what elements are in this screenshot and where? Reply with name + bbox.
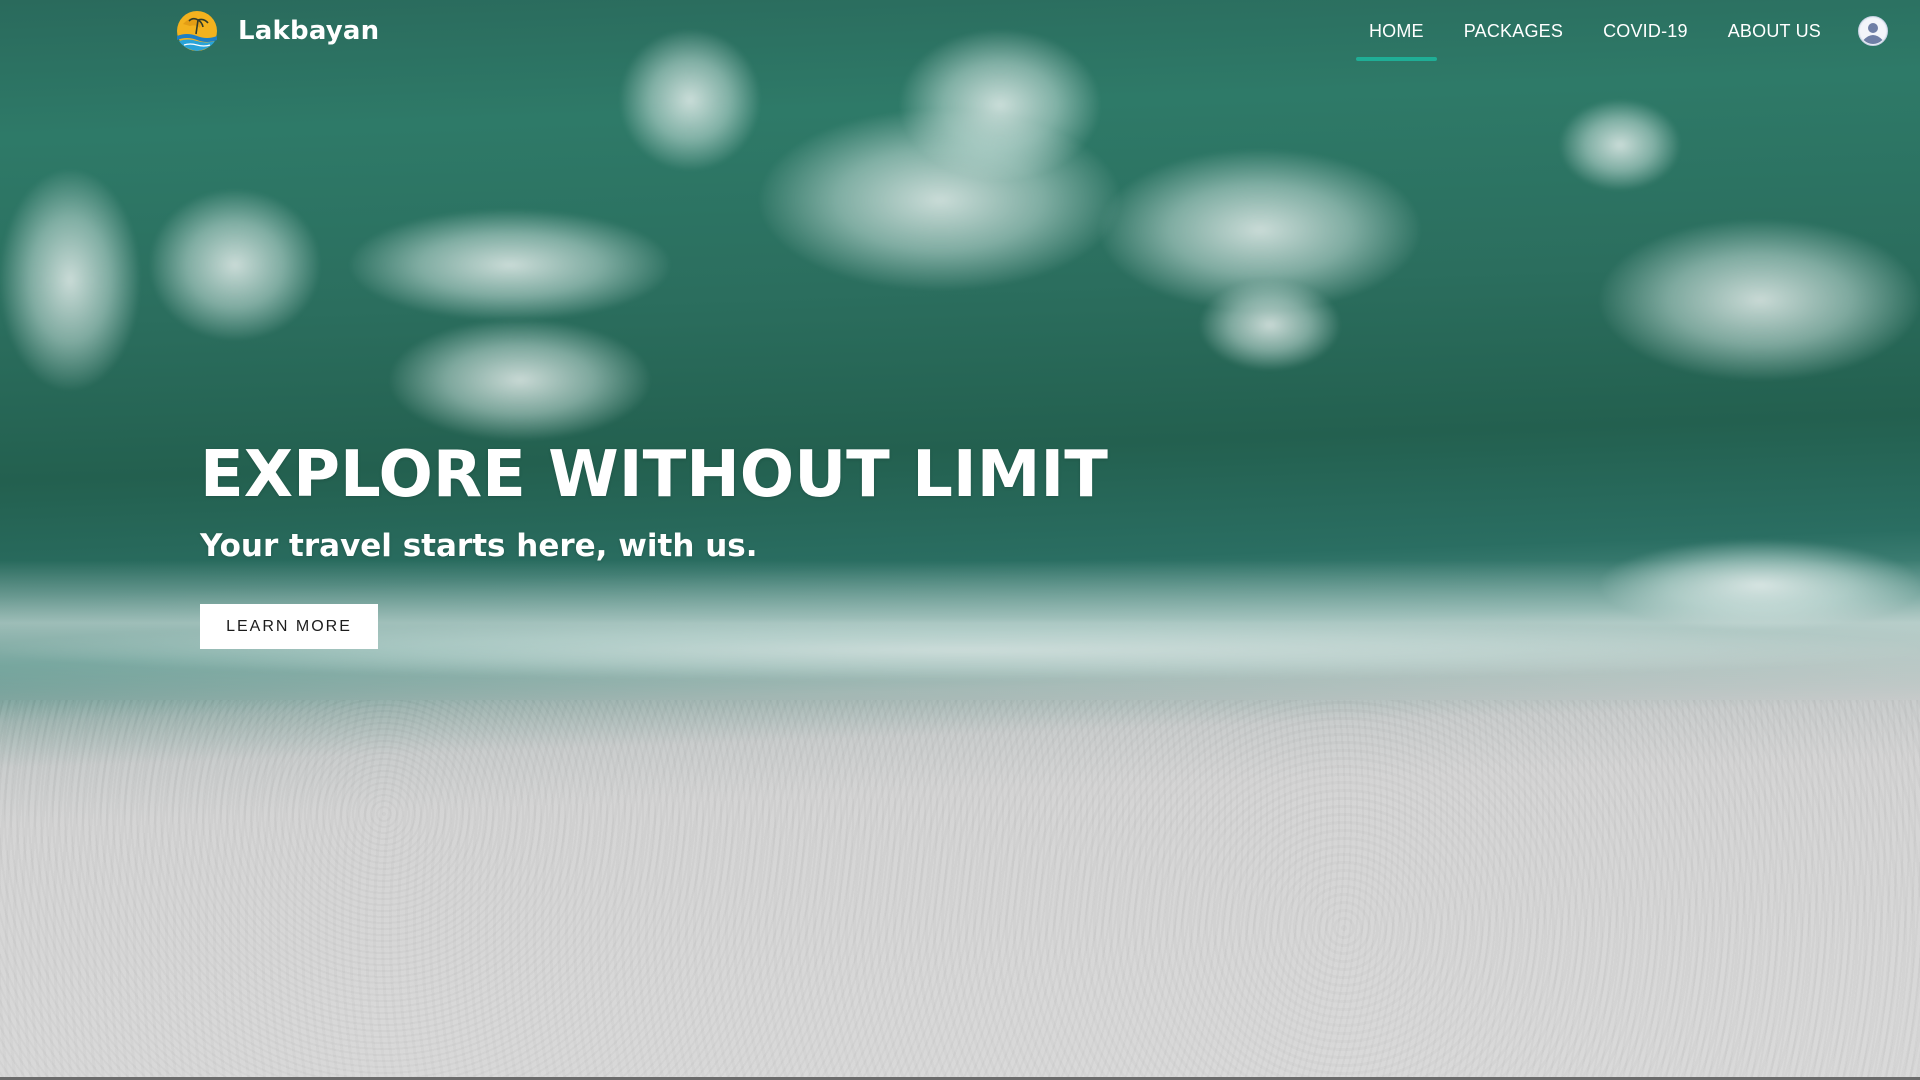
wave-foam (390, 320, 650, 440)
nav-packages-link[interactable]: PACKAGES (1451, 1, 1576, 61)
wave-foam (1560, 100, 1680, 190)
sand (0, 700, 1920, 1080)
hero-subtitle: Your travel starts here, with us. (200, 528, 758, 564)
sun-over-sea-logo-icon (177, 11, 217, 51)
wave-foam (350, 210, 670, 320)
nav-home-link[interactable]: HOME (1355, 1, 1437, 61)
wave-foam (0, 170, 140, 390)
nav-about-us-link[interactable]: ABOUT US (1715, 1, 1834, 61)
learn-more-button[interactable]: LEARN MORE (200, 604, 378, 649)
brand-name: Lakbayan (238, 16, 380, 46)
hero-section: Lakbayan HOME PACKAGES COVID-19 ABOUT US… (0, 0, 1920, 1080)
wave-foam (1200, 280, 1340, 370)
user-silhouette-icon (1860, 18, 1886, 44)
brand-link[interactable]: Lakbayan (176, 10, 379, 52)
hero-title: EXPLORE WITHOUT LIMIT (200, 438, 1108, 512)
top-navbar: Lakbayan HOME PACKAGES COVID-19 ABOUT US (0, 0, 1920, 62)
nav-covid-19-link[interactable]: COVID-19 (1590, 1, 1701, 61)
wave-foam (1600, 220, 1920, 380)
nav-menu: HOME PACKAGES COVID-19 ABOUT US (1355, 0, 1920, 62)
wave-foam (150, 190, 320, 340)
user-avatar-icon[interactable] (1858, 16, 1888, 46)
